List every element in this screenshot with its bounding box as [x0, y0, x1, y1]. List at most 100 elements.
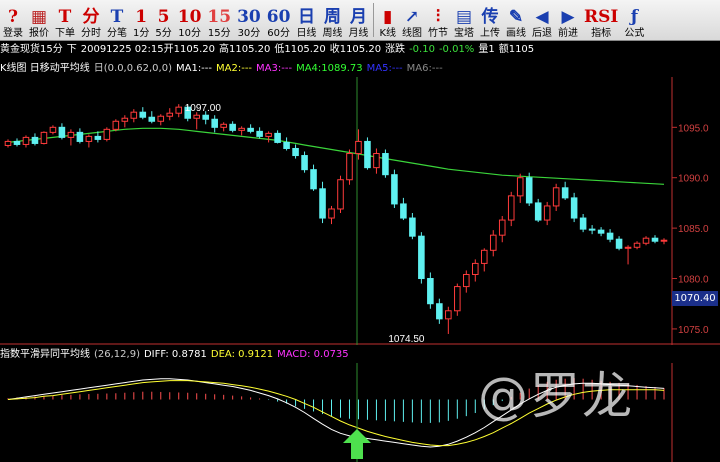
- toolbar-label: 线图: [402, 28, 422, 39]
- candle-body: [328, 208, 335, 219]
- candle-body: [418, 235, 425, 280]
- candle-body: [85, 135, 93, 142]
- candle-body: [633, 242, 641, 248]
- toolbar-label: 后退: [532, 28, 552, 39]
- info-field: 收1105.20: [329, 44, 382, 55]
- info-field: 额1105: [498, 44, 535, 55]
- candle-body: [552, 187, 560, 207]
- macd-indicator-label: MACD: 0.0735: [277, 349, 349, 360]
- toolbar-quote-button[interactable]: ▦ 报价: [26, 2, 52, 40]
- tick-icon: 分: [82, 7, 100, 27]
- candle-body: [480, 249, 488, 264]
- candle-body: [382, 153, 389, 176]
- price-annotation: 1097.00: [185, 103, 222, 114]
- candle-body: [121, 117, 129, 122]
- toolbar-kline-button[interactable]: ▮ K线: [376, 2, 399, 40]
- login-icon: ?: [8, 7, 18, 27]
- info-field: 量1: [478, 44, 495, 55]
- quote-icon: ▦: [30, 7, 48, 27]
- toolbar-label: 画线: [506, 28, 526, 39]
- toolbar-30min-button[interactable]: 30 30分: [234, 2, 264, 40]
- info-field: 下: [66, 44, 77, 55]
- current-price-tag: 1070.40: [672, 291, 718, 306]
- toolbar-weekly-button[interactable]: 周周线: [319, 2, 345, 40]
- price-annotation: 1074.50: [388, 334, 425, 345]
- price-tick-label: 1095.0: [678, 123, 709, 134]
- toolbar-10min-button[interactable]: 10 10分: [175, 2, 205, 40]
- toolbar-upload-button[interactable]: 传上传: [477, 2, 503, 40]
- candle-body: [22, 136, 30, 145]
- toolbar-15min-button[interactable]: 15 15分: [204, 2, 234, 40]
- candle-body: [13, 140, 21, 145]
- info-field: 高1105.20: [218, 44, 271, 55]
- toolbar-1min-button[interactable]: 1 1分: [130, 2, 152, 40]
- info-field: 涨跌: [385, 44, 406, 55]
- info-field: -0.01%: [438, 44, 475, 55]
- candle-body: [220, 123, 227, 128]
- candle-body: [256, 130, 263, 137]
- candle-body: [4, 140, 12, 146]
- candle-body: [463, 273, 470, 288]
- toolbar-bamboo-button[interactable]: ⫶ 竹节: [425, 2, 451, 40]
- toolbar-line-chart-button[interactable]: ↗ 线图: [399, 2, 425, 40]
- kline-icon: ▮: [383, 7, 393, 27]
- toolbar-label: 前进: [558, 28, 578, 39]
- candle-body: [337, 179, 344, 210]
- candle-body: [166, 112, 174, 117]
- toolbar-label: 宝塔: [454, 28, 474, 39]
- candle-body: [265, 132, 272, 137]
- trade-detail-icon: T: [110, 7, 124, 27]
- toolbar-label: 60分: [267, 28, 290, 39]
- candle-body: [40, 131, 48, 144]
- daily-icon: 日: [297, 7, 315, 27]
- toolbar-60min-button[interactable]: 60 60分: [264, 2, 294, 40]
- toolbar-label: 30分: [237, 28, 261, 39]
- candle-body: [301, 155, 308, 171]
- candle-body: [525, 177, 533, 204]
- toolbar-login-button[interactable]: ? 登录: [0, 2, 26, 40]
- indicator-icon: RSI: [584, 7, 619, 27]
- price-tick-label: 1085.0: [678, 224, 709, 235]
- toolbar-trade-detail-button[interactable]: T 分笔: [104, 2, 130, 40]
- candle-body: [660, 239, 668, 242]
- candle-body: [498, 219, 506, 236]
- forward-icon: ▶: [561, 7, 575, 27]
- toolbar-back-button[interactable]: ◀ 后退: [529, 2, 555, 40]
- candle-body: [588, 228, 596, 231]
- candle-body: [94, 135, 102, 140]
- formula-icon: ƒ: [630, 7, 639, 27]
- kline-chart[interactable]: 1095.0 1090.0 1085.0 1080.0 1075.0 1097.00 107…: [0, 77, 720, 345]
- toolbar-monthly-button[interactable]: 月月线: [345, 2, 371, 40]
- 60min-icon: 60: [266, 7, 291, 27]
- candle-body: [597, 229, 605, 234]
- toolbar-5min-button[interactable]: 5 5分: [152, 2, 174, 40]
- toolbar-label: 5分: [155, 28, 172, 39]
- candle-body: [274, 132, 281, 143]
- toolbar-forward-button[interactable]: ▶ 前进: [555, 2, 581, 40]
- toolbar-label: K线: [379, 28, 396, 39]
- ma-indicator-label: MA2:---: [216, 63, 253, 74]
- candle-body: [409, 217, 416, 237]
- toolbar-tick-button[interactable]: 分分时: [78, 2, 104, 40]
- candle-body: [283, 141, 290, 149]
- toolbar-daily-button[interactable]: 日日线: [293, 2, 319, 40]
- candle-body: [202, 114, 209, 120]
- toolbar-separator: [373, 3, 375, 37]
- toolbar-indicator-button[interactable]: RSI 指标: [581, 2, 621, 40]
- candle-body: [211, 118, 218, 128]
- ma-indicator-label: 日(0.0,0.62,0,0): [93, 63, 172, 74]
- 30min-icon: 30: [237, 7, 261, 27]
- toolbar-draw-line-button[interactable]: ✎ 画线: [503, 2, 529, 40]
- info-field: 黄金现货15分: [0, 44, 63, 55]
- candle-body: [373, 153, 380, 169]
- toolbar: ? 登录 ▦ 报价 T 下单分分时 T 分笔 1 1分 5 5分 10 10分 15 15分 30 30分 60 60…: [0, 0, 720, 41]
- candle-body: [157, 115, 165, 122]
- toolbar-label: 1分: [133, 28, 150, 39]
- candle-body: [489, 234, 497, 251]
- toolbar-label: 分笔: [107, 28, 127, 39]
- candle-body: [570, 197, 578, 219]
- toolbar-formula-button[interactable]: ƒ 公式: [621, 2, 647, 40]
- toolbar-tower-button[interactable]: ▤ 宝塔: [451, 2, 477, 40]
- toolbar-order-button[interactable]: T 下单: [52, 2, 78, 40]
- macd-indicator-label: DEA: 0.9121: [210, 349, 274, 360]
